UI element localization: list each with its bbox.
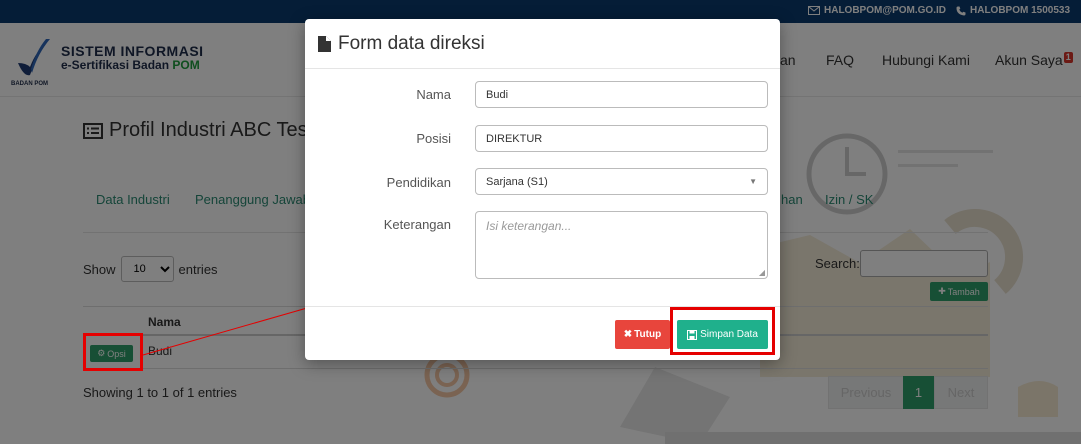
keterangan-placeholder: Isi keterangan... <box>486 219 572 233</box>
nama-field[interactable]: Budi <box>475 81 768 108</box>
tutup-button[interactable]: ✖ Tutup <box>615 320 670 349</box>
keterangan-textarea[interactable]: Isi keterangan... ◢ <box>475 211 768 279</box>
highlight-opsi-button <box>83 333 143 371</box>
resize-handle-icon[interactable]: ◢ <box>759 268 765 277</box>
nama-label: Nama <box>416 87 451 102</box>
tutup-label: Tutup <box>634 329 662 340</box>
highlight-simpan-button <box>670 307 775 355</box>
keterangan-label: Keterangan <box>383 217 451 232</box>
posisi-field[interactable]: DIREKTUR <box>475 125 768 152</box>
modal-header: Form data direksi <box>305 19 780 69</box>
pendidikan-value: Sarjana (S1) <box>486 176 548 188</box>
pendidikan-label: Pendidikan <box>386 175 451 190</box>
modal-title: Form data direksi <box>317 33 485 55</box>
posisi-label: Posisi <box>416 131 451 146</box>
caret-down-icon: ▼ <box>749 177 757 186</box>
close-icon: ✖ <box>623 329 633 340</box>
file-icon <box>318 36 331 52</box>
modal-title-text: Form data direksi <box>338 33 485 54</box>
pendidikan-select[interactable]: Sarjana (S1) ▼ <box>475 168 768 195</box>
